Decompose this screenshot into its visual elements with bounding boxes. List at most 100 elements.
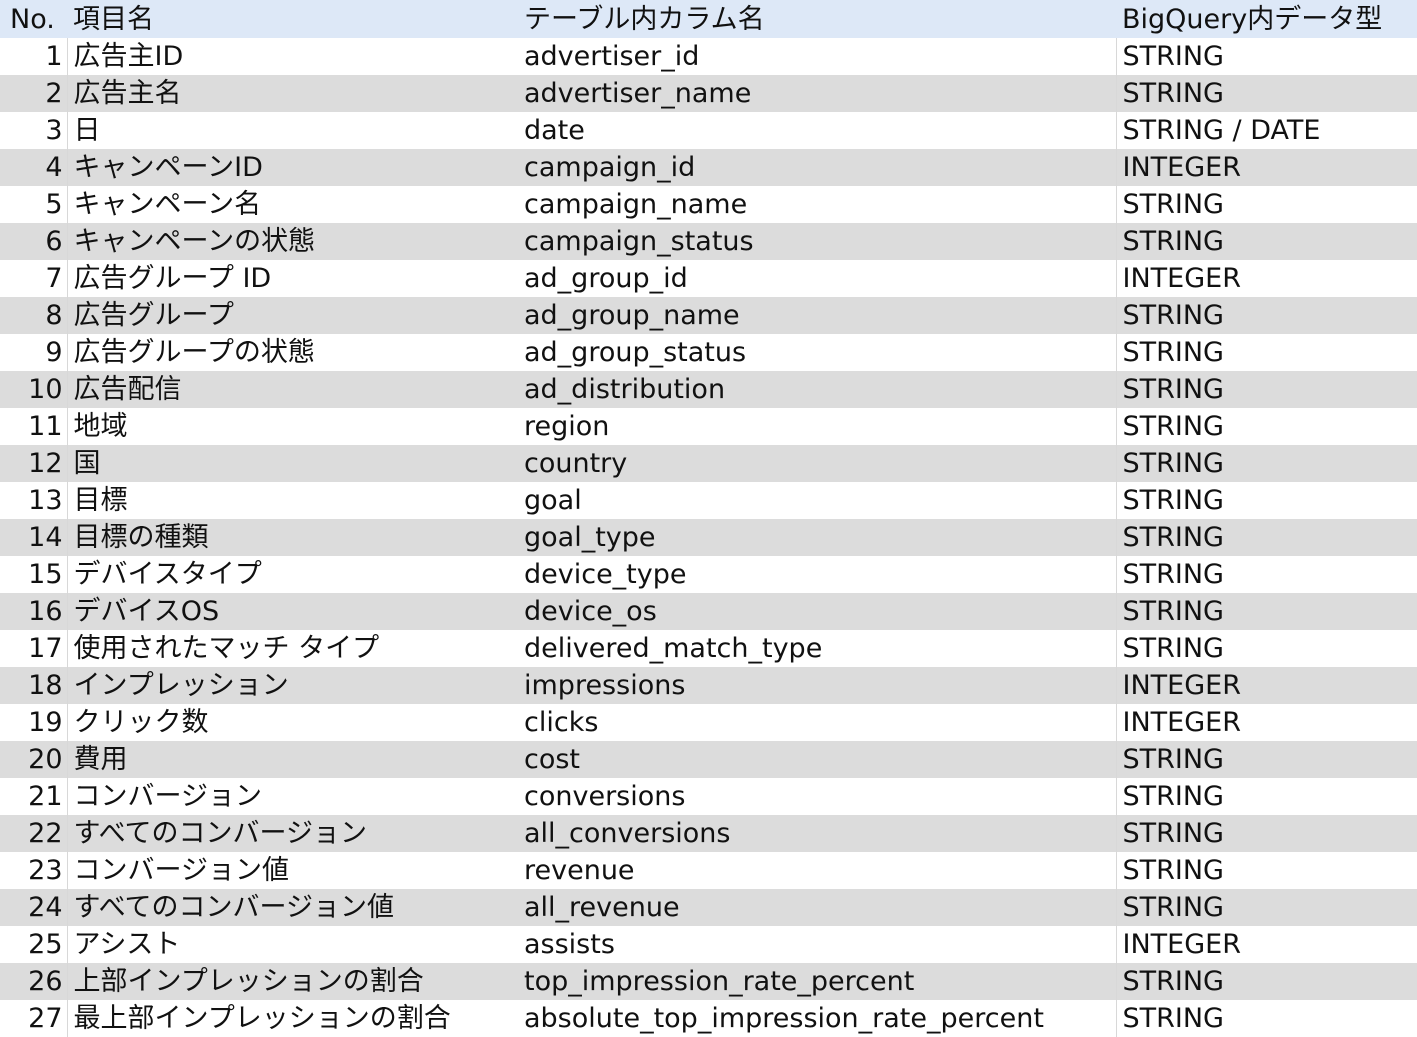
row-column-name: delivered_match_type xyxy=(524,633,823,664)
table-header: No. 項目名 テーブル内カラム名 BigQuery内データ型 xyxy=(0,0,1417,38)
table-row: 5 キャンペーン名 campaign_name STRING xyxy=(0,186,1417,223)
table-row: 22 すべてのコンバージョン all_conversions STRING xyxy=(0,815,1417,852)
table-row: 14 目標の種類 goal_type STRING xyxy=(0,519,1417,556)
row-number: 14 xyxy=(28,522,63,553)
row-column-name: clicks xyxy=(524,707,599,738)
row-item-name: 広告グループ xyxy=(66,297,518,334)
row-number: 11 xyxy=(28,411,63,442)
row-item-name: 広告配信 xyxy=(66,371,518,408)
row-item-name: 広告グループの状態 xyxy=(66,334,518,371)
row-column-name: campaign_status xyxy=(524,226,754,257)
row-column-name: date xyxy=(524,115,585,146)
row-column-name: device_type xyxy=(524,559,687,590)
table-row: 12 国 country STRING xyxy=(0,445,1417,482)
row-data-type: STRING xyxy=(1115,297,1417,334)
table-row: 20 費用 cost STRING xyxy=(0,741,1417,778)
header-row: No. 項目名 テーブル内カラム名 BigQuery内データ型 xyxy=(0,0,1417,38)
row-number: 26 xyxy=(28,966,63,997)
row-data-type: STRING xyxy=(1115,556,1417,593)
row-data-type: STRING xyxy=(1115,186,1417,223)
row-column-name: ad_group_name xyxy=(524,300,740,331)
row-item-name: 広告主名 xyxy=(66,75,518,112)
row-number: 3 xyxy=(45,115,63,146)
row-number: 6 xyxy=(45,226,63,257)
row-data-type: STRING xyxy=(1115,593,1417,630)
row-data-type: STRING xyxy=(1115,445,1417,482)
row-column-name: conversions xyxy=(524,781,686,812)
row-data-type: STRING xyxy=(1115,963,1417,1000)
row-number: 19 xyxy=(28,707,63,738)
table-row: 3 日 date STRING / DATE xyxy=(0,112,1417,149)
table-row: 11 地域 region STRING xyxy=(0,408,1417,445)
row-data-type: STRING / DATE xyxy=(1115,112,1417,149)
row-number: 15 xyxy=(28,559,63,590)
row-column-name: goal xyxy=(524,485,582,516)
header-column-name: テーブル内カラム名 xyxy=(524,3,765,35)
row-number: 20 xyxy=(28,744,63,775)
row-column-name: advertiser_name xyxy=(524,78,752,109)
header-data-type: BigQuery内データ型 xyxy=(1122,3,1383,35)
table-row: 26 上部インプレッションの割合 top_impression_rate_perce… xyxy=(0,963,1417,1000)
row-number: 2 xyxy=(45,78,63,109)
row-number: 4 xyxy=(45,152,63,183)
row-number: 21 xyxy=(28,781,63,812)
row-data-type: STRING xyxy=(1115,1000,1417,1037)
row-item-name: 広告グループ ID xyxy=(66,260,518,297)
table-row: 27 最上部インプレッションの割合 absolute_top_impression_… xyxy=(0,1000,1417,1037)
row-column-name: advertiser_id xyxy=(524,41,700,72)
row-item-name: 日 xyxy=(66,112,518,149)
row-number: 16 xyxy=(28,596,63,627)
row-column-name: ad_group_id xyxy=(524,263,688,294)
row-column-name: country xyxy=(524,448,628,479)
row-item-name: キャンペーン名 xyxy=(66,186,518,223)
row-number: 9 xyxy=(45,337,63,368)
table-row: 19 クリック数 clicks INTEGER xyxy=(0,704,1417,741)
row-item-name: キャンペーンID xyxy=(66,149,518,186)
row-item-name: 費用 xyxy=(66,741,518,778)
table-row: 7 広告グループ ID ad_group_id INTEGER xyxy=(0,260,1417,297)
table-row: 9 広告グループの状態 ad_group_status STRING xyxy=(0,334,1417,371)
row-data-type: STRING xyxy=(1115,223,1417,260)
header-item-name: 項目名 xyxy=(73,3,154,35)
row-item-name: 使用されたマッチ タイプ xyxy=(66,630,518,667)
header-no: No. xyxy=(10,3,55,35)
row-item-name: 目標の種類 xyxy=(66,519,518,556)
row-column-name: absolute_top_impression_rate_percent xyxy=(524,1003,1044,1034)
row-column-name: ad_distribution xyxy=(524,374,726,405)
row-data-type: STRING xyxy=(1115,38,1417,75)
table-row: 23 コンバージョン値 revenue STRING xyxy=(0,852,1417,889)
row-data-type: STRING xyxy=(1115,371,1417,408)
row-number: 1 xyxy=(45,41,63,72)
row-item-name: キャンペーンの状態 xyxy=(66,223,518,260)
row-column-name: region xyxy=(524,411,610,442)
row-data-type: STRING xyxy=(1115,482,1417,519)
table-row: 2 広告主名 advertiser_name STRING xyxy=(0,75,1417,112)
row-item-name: 上部インプレッションの割合 xyxy=(66,963,518,1000)
table-row: 16 デバイスOS device_os STRING xyxy=(0,593,1417,630)
row-item-name: 最上部インプレッションの割合 xyxy=(66,1000,518,1037)
row-item-name: アシスト xyxy=(66,926,518,963)
row-number: 8 xyxy=(45,300,63,331)
row-column-name: assists xyxy=(524,929,615,960)
row-data-type: STRING xyxy=(1115,778,1417,815)
row-data-type: INTEGER xyxy=(1115,260,1417,297)
table-row: 25 アシスト assists INTEGER xyxy=(0,926,1417,963)
row-item-name: コンバージョン xyxy=(66,778,518,815)
table-row: 4 キャンペーンID campaign_id INTEGER xyxy=(0,149,1417,186)
row-number: 12 xyxy=(28,448,63,479)
row-number: 18 xyxy=(28,670,63,701)
row-item-name: インプレッション xyxy=(66,667,518,704)
row-data-type: STRING xyxy=(1115,889,1417,926)
row-column-name: campaign_name xyxy=(524,189,748,220)
row-data-type: STRING xyxy=(1115,630,1417,667)
row-item-name: 目標 xyxy=(66,482,518,519)
row-data-type: STRING xyxy=(1115,408,1417,445)
row-item-name: 国 xyxy=(66,445,518,482)
row-column-name: campaign_id xyxy=(524,152,696,183)
table-row: 18 インプレッション impressions INTEGER xyxy=(0,667,1417,704)
row-data-type: STRING xyxy=(1115,741,1417,778)
table-row: 10 広告配信 ad_distribution STRING xyxy=(0,371,1417,408)
table-row: 15 デバイスタイプ device_type STRING xyxy=(0,556,1417,593)
row-number: 27 xyxy=(28,1003,63,1034)
row-data-type: INTEGER xyxy=(1115,149,1417,186)
